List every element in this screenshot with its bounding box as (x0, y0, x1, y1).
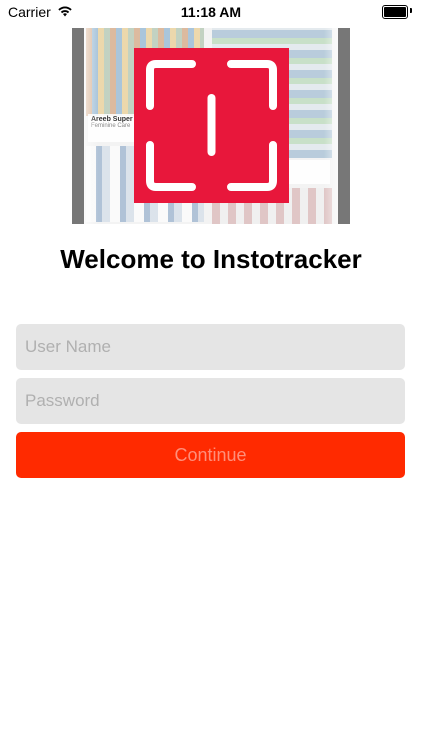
status-bar: Carrier 11:18 AM (0, 0, 422, 24)
password-field[interactable] (16, 378, 405, 424)
fade-overlay (324, 28, 338, 224)
app-logo (134, 48, 289, 203)
username-field[interactable] (16, 324, 405, 370)
status-time: 11:18 AM (180, 4, 242, 20)
fade-overlay (84, 28, 98, 224)
page-title: Welcome to Instotracker (60, 244, 362, 274)
login-screen: Carrier 11:18 AM Areeb Super Feminine Ca… (0, 0, 422, 750)
battery-icon (382, 5, 412, 19)
scan-frame-icon (146, 60, 277, 191)
continue-button[interactable]: Continue (16, 432, 405, 478)
